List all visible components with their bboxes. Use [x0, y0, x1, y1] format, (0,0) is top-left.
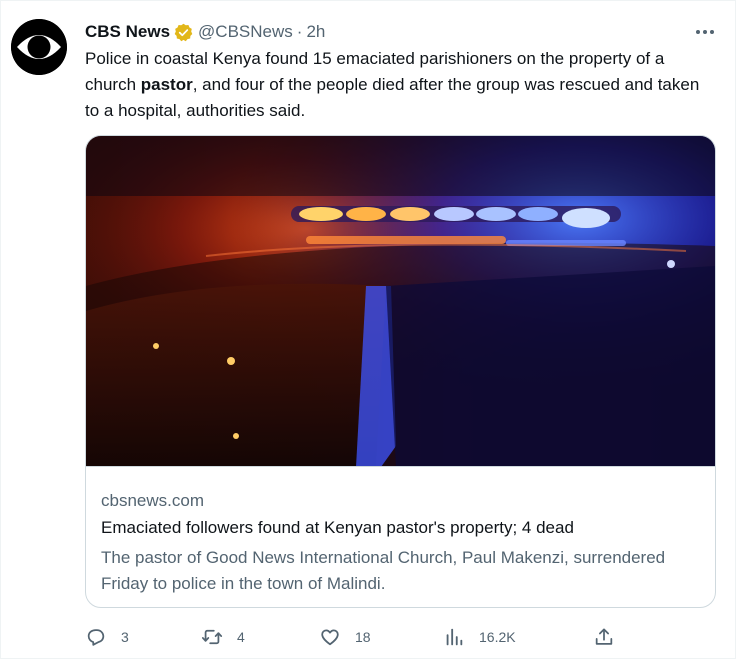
more-icon[interactable] [693, 22, 717, 42]
reply-count: 3 [121, 629, 129, 645]
like-count: 18 [355, 629, 371, 645]
author-handle[interactable]: @CBSNews [198, 22, 293, 42]
retweet-icon [201, 629, 223, 645]
share-button[interactable] [593, 623, 615, 651]
views-icon [446, 628, 463, 646]
reply-icon [87, 629, 105, 646]
author-name[interactable]: CBS News [85, 22, 170, 42]
tweet-text: Police in coastal Kenya found 15 emaciat… [85, 46, 715, 124]
heart-icon [321, 629, 339, 646]
timestamp[interactable]: 2h [306, 22, 325, 42]
verified-badge-icon [174, 23, 193, 42]
tweet-header: CBS News @CBSNews · 2h [85, 20, 325, 44]
tweet[interactable]: CBS News @CBSNews · 2h Police in coastal… [0, 0, 736, 659]
card-description: The pastor of Good News International Ch… [101, 548, 666, 593]
views-count: 16.2K [479, 629, 516, 645]
retweet-count: 4 [237, 629, 245, 645]
views-button[interactable]: 16.2K [443, 623, 516, 651]
card-domain: cbsnews.com [101, 491, 204, 510]
tweet-text-bold: pastor [140, 75, 193, 94]
link-card[interactable]: cbsnews.com Emaciated followers found at… [85, 135, 716, 608]
retweet-button[interactable]: 4 [201, 623, 245, 651]
action-bar: 3 4 18 16.2K [81, 623, 721, 651]
share-icon [595, 628, 613, 645]
like-button[interactable]: 18 [319, 623, 371, 651]
card-image[interactable] [86, 136, 715, 467]
card-title: Emaciated followers found at Kenyan past… [101, 518, 574, 537]
avatar[interactable] [11, 19, 67, 75]
cbs-eye-logo [11, 19, 67, 75]
reply-button[interactable]: 3 [85, 623, 129, 651]
separator: · [296, 22, 303, 41]
